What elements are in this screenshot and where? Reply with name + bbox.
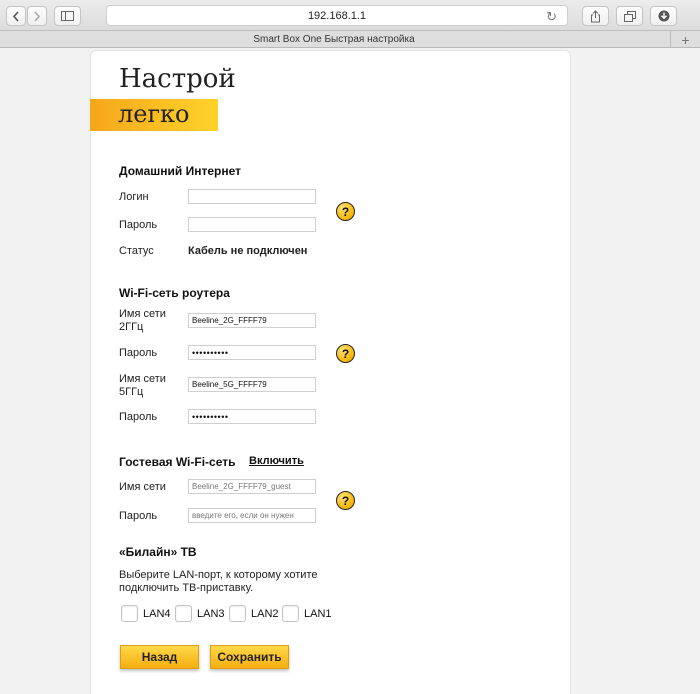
ssid-2g-label-line1: Имя сети — [119, 308, 166, 320]
chevron-right-icon — [34, 10, 41, 22]
help-icon[interactable]: ? — [336, 491, 355, 510]
lan3-option[interactable]: LAN3 — [175, 604, 225, 623]
logo-text-top: Настрой — [119, 64, 236, 94]
lan2-label: LAN2 — [251, 607, 279, 620]
lan4-checkbox[interactable] — [121, 605, 138, 622]
help-icon[interactable]: ? — [336, 202, 355, 221]
tabs-icon — [623, 10, 636, 22]
lan1-label: LAN1 — [304, 607, 332, 620]
tv-description-line1: Выберите LAN-порт, к которому хотите — [119, 569, 318, 581]
plus-icon: + — [681, 31, 690, 48]
address-text: 192.168.1.1 — [307, 9, 367, 22]
status-value: Кабель не подключен — [188, 245, 308, 257]
wifi-heading: Wi-Fi-сеть роутера — [119, 286, 230, 300]
password-2g-input[interactable]: •••••••••• — [188, 345, 316, 360]
password-5g-input[interactable]: •••••••••• — [188, 409, 316, 424]
forward-nav-button[interactable] — [27, 6, 47, 26]
lan1-option[interactable]: LAN1 — [282, 604, 332, 623]
lan4-option[interactable]: LAN4 — [121, 604, 171, 623]
tabs-overview-button[interactable] — [616, 6, 643, 26]
sidebar-icon — [61, 11, 74, 21]
lan3-checkbox[interactable] — [175, 605, 192, 622]
lan2-option[interactable]: LAN2 — [229, 604, 279, 623]
sidebar-button[interactable] — [54, 6, 81, 26]
enable-guest-link[interactable]: Включить — [249, 455, 304, 467]
new-tab-button[interactable]: + — [670, 31, 700, 48]
guest-ssid-label: Имя сети — [119, 481, 166, 493]
chevron-left-icon — [12, 10, 19, 22]
lan2-checkbox[interactable] — [229, 605, 246, 622]
save-button[interactable]: Сохранить — [210, 645, 289, 669]
back-nav-button[interactable] — [6, 6, 26, 26]
share-button[interactable] — [582, 6, 609, 26]
password-2g-label: Пароль — [119, 347, 158, 359]
browser-toolbar: 192.168.1.1 ↻ — [0, 0, 700, 31]
back-button[interactable]: Назад — [120, 645, 199, 669]
password-label: Пароль — [119, 219, 158, 231]
help-icon[interactable]: ? — [336, 344, 355, 363]
lan3-label: LAN3 — [197, 607, 225, 620]
address-bar[interactable]: 192.168.1.1 ↻ — [106, 5, 568, 26]
login-input[interactable] — [188, 189, 316, 204]
downloads-button[interactable] — [650, 6, 677, 26]
reload-icon[interactable]: ↻ — [546, 9, 557, 25]
guest-wifi-heading: Гостевая Wi-Fi-сеть — [119, 455, 236, 469]
ssid-5g-input[interactable]: Beeline_5G_FFFF79 — [188, 377, 316, 392]
tv-description-line2: подключить ТВ-приставку. — [119, 582, 254, 594]
lan1-checkbox[interactable] — [282, 605, 299, 622]
password-input[interactable] — [188, 217, 316, 232]
ssid-5g-label-line2: 5ГГц — [119, 386, 144, 398]
status-label: Статус — [119, 245, 154, 257]
guest-password-label: Пароль — [119, 510, 158, 522]
download-icon — [658, 10, 669, 22]
tab-title: Smart Box One Быстрая настройка — [253, 34, 415, 45]
ssid-2g-label-line2: 2ГГц — [119, 321, 144, 333]
login-label: Логин — [119, 191, 149, 203]
password-5g-label: Пароль — [119, 411, 158, 423]
tv-heading: «Билайн» ТВ — [119, 545, 197, 559]
tab-current[interactable]: Smart Box One Быстрая настройка — [0, 31, 668, 48]
home-internet-heading: Домашний Интернет — [119, 164, 241, 178]
lan4-label: LAN4 — [143, 607, 171, 620]
guest-password-input[interactable]: введите его, если он нужен — [188, 508, 316, 523]
logo-text-bottom: легко — [118, 100, 190, 128]
share-icon — [591, 9, 600, 22]
setup-panel — [90, 50, 571, 694]
ssid-5g-label-line1: Имя сети — [119, 373, 166, 385]
tab-bar: Smart Box One Быстрая настройка + — [0, 31, 700, 48]
guest-ssid-input[interactable]: Beeline_2G_FFFF79_guest — [188, 479, 316, 494]
ssid-2g-input[interactable]: Beeline_2G_FFFF79 — [188, 313, 316, 328]
